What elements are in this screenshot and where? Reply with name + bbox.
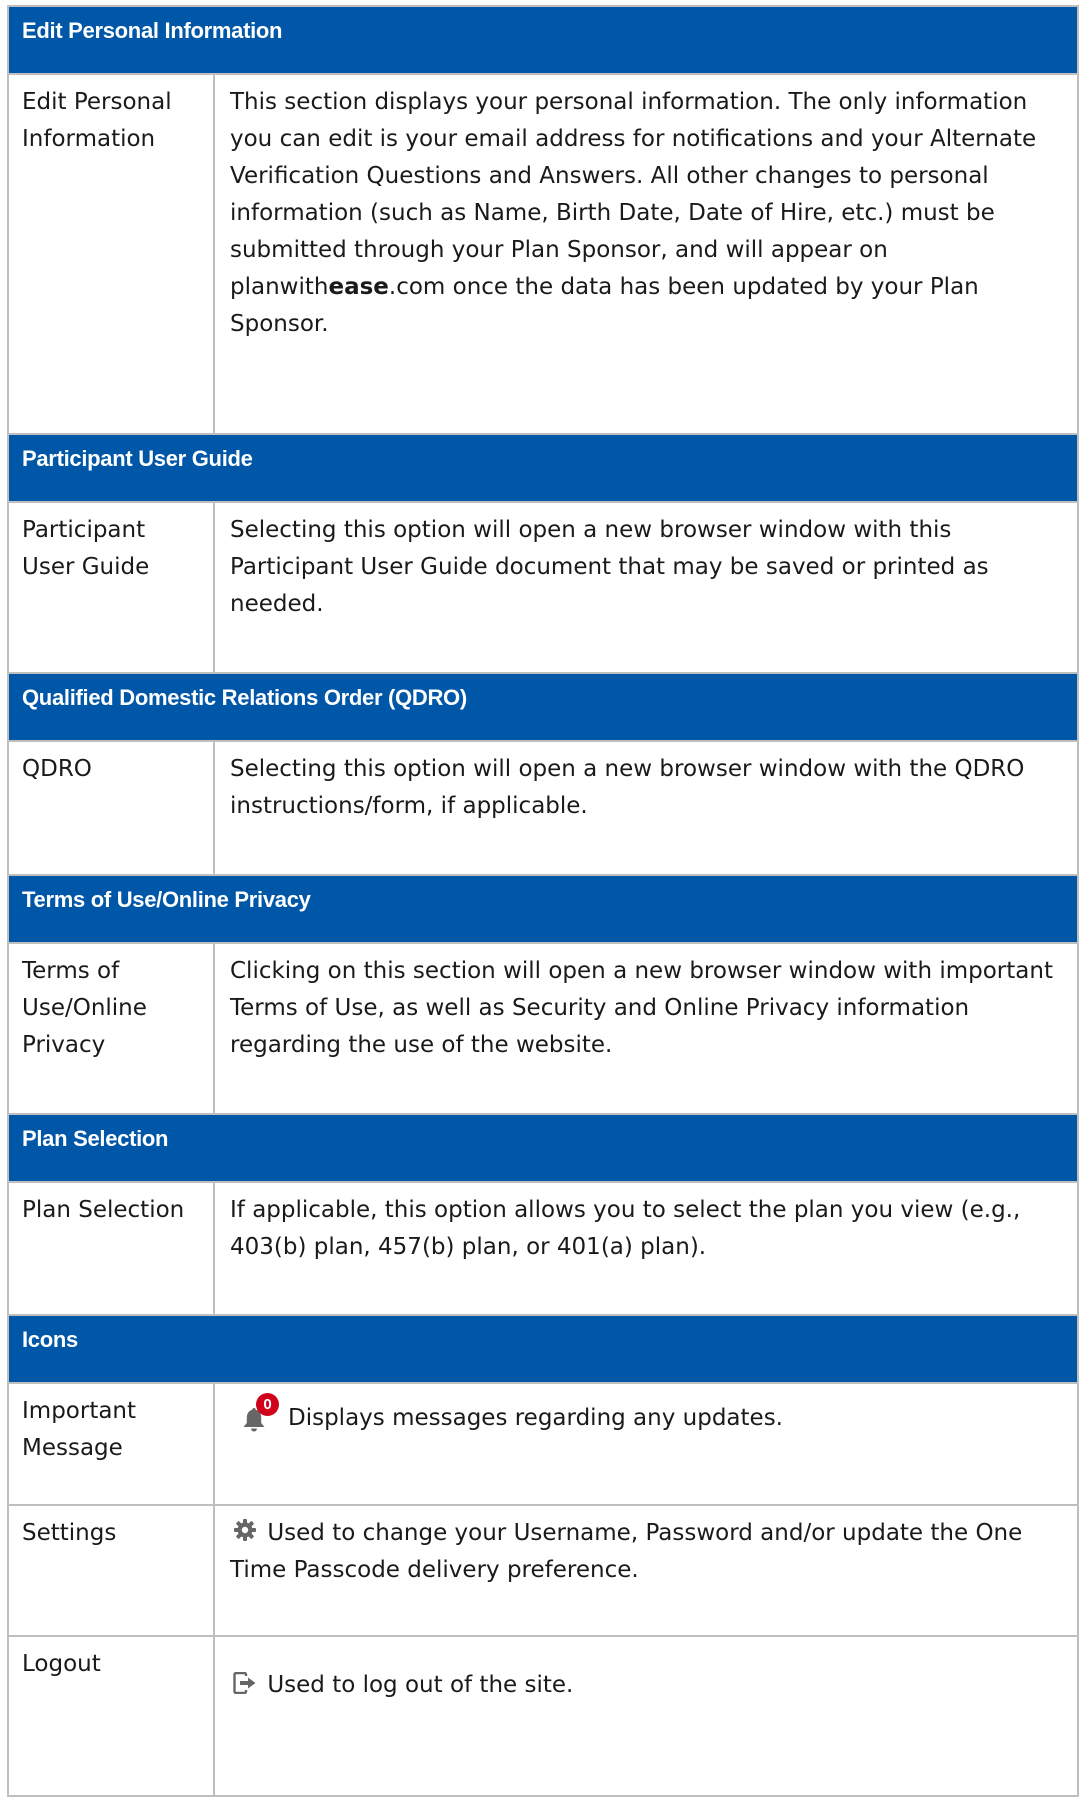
logout-icon — [233, 1672, 256, 1694]
section-header-icons: Icons — [6, 1314, 1080, 1384]
row-description: Clicking on this section will open a new… — [212, 942, 1080, 1115]
table-row: Important Message 0 Displays messages re… — [7, 1382, 1080, 1506]
row-description: This section displays your personal info… — [212, 73, 1080, 435]
row-description: Selecting this option will open a new br… — [212, 740, 1080, 876]
row-description: Selecting this option will open a new br… — [212, 501, 1080, 674]
section-title: Edit Personal Information — [6, 5, 1080, 75]
row-label: QDRO — [7, 740, 215, 876]
row-description: If applicable, this option allows you to… — [212, 1181, 1080, 1316]
row-label: Terms of Use/Online Privacy — [7, 942, 215, 1115]
section-title: Qualified Domestic Relations Order (QDRO… — [6, 672, 1080, 742]
description-text: Used to change your Username, Password a… — [230, 1520, 1023, 1583]
user-guide-document: Edit Personal Information Edit Personal … — [6, 5, 1080, 1797]
table-row: Participant User Guide Selecting this op… — [7, 501, 1080, 674]
row-label: Participant User Guide — [7, 501, 215, 674]
table-row: Terms of Use/Online Privacy Clicking on … — [7, 942, 1080, 1115]
description-text: Used to log out of the site. — [267, 1672, 574, 1698]
row-label: Important Message — [7, 1382, 215, 1506]
description-text: Displays messages regarding any updates. — [288, 1405, 783, 1431]
section-header-personal: Edit Personal Information — [6, 5, 1080, 75]
section-title: Plan Selection — [6, 1113, 1080, 1183]
section-title: Icons — [6, 1314, 1080, 1384]
section-header-terms: Terms of Use/Online Privacy — [6, 874, 1080, 944]
row-label: Logout — [7, 1635, 215, 1797]
table-row: Edit Personal Information This section d… — [7, 73, 1080, 435]
row-description: Used to change your Username, Password a… — [212, 1504, 1080, 1637]
row-label: Plan Selection — [7, 1181, 215, 1316]
table-row: QDRO Selecting this option will open a n… — [7, 740, 1080, 876]
unread-count-badge: 0 — [256, 1393, 279, 1416]
row-description: 0 Displays messages regarding any update… — [212, 1382, 1080, 1506]
reference-table: Edit Personal Information Edit Personal … — [6, 5, 1080, 1797]
gear-icon — [234, 1519, 256, 1541]
section-header-guide: Participant User Guide — [6, 433, 1080, 503]
section-title: Terms of Use/Online Privacy — [6, 874, 1080, 944]
row-description: Used to log out of the site. — [212, 1635, 1080, 1797]
section-header-qdro: Qualified Domestic Relations Order (QDRO… — [6, 672, 1080, 742]
description-text: This section displays your personal info… — [230, 89, 1037, 300]
table-row: Settings Used to change your Username, P… — [7, 1504, 1080, 1637]
row-label: Edit Personal Information — [7, 73, 215, 435]
row-label: Settings — [7, 1504, 215, 1637]
brand-emphasis: ease — [328, 274, 389, 300]
table-row: Logout Used to log out of the site. — [7, 1635, 1080, 1797]
table-row: Plan Selection If applicable, this optio… — [7, 1181, 1080, 1316]
section-title: Participant User Guide — [6, 433, 1080, 503]
notification-bell: 0 — [230, 1393, 288, 1437]
section-header-plan: Plan Selection — [6, 1113, 1080, 1183]
